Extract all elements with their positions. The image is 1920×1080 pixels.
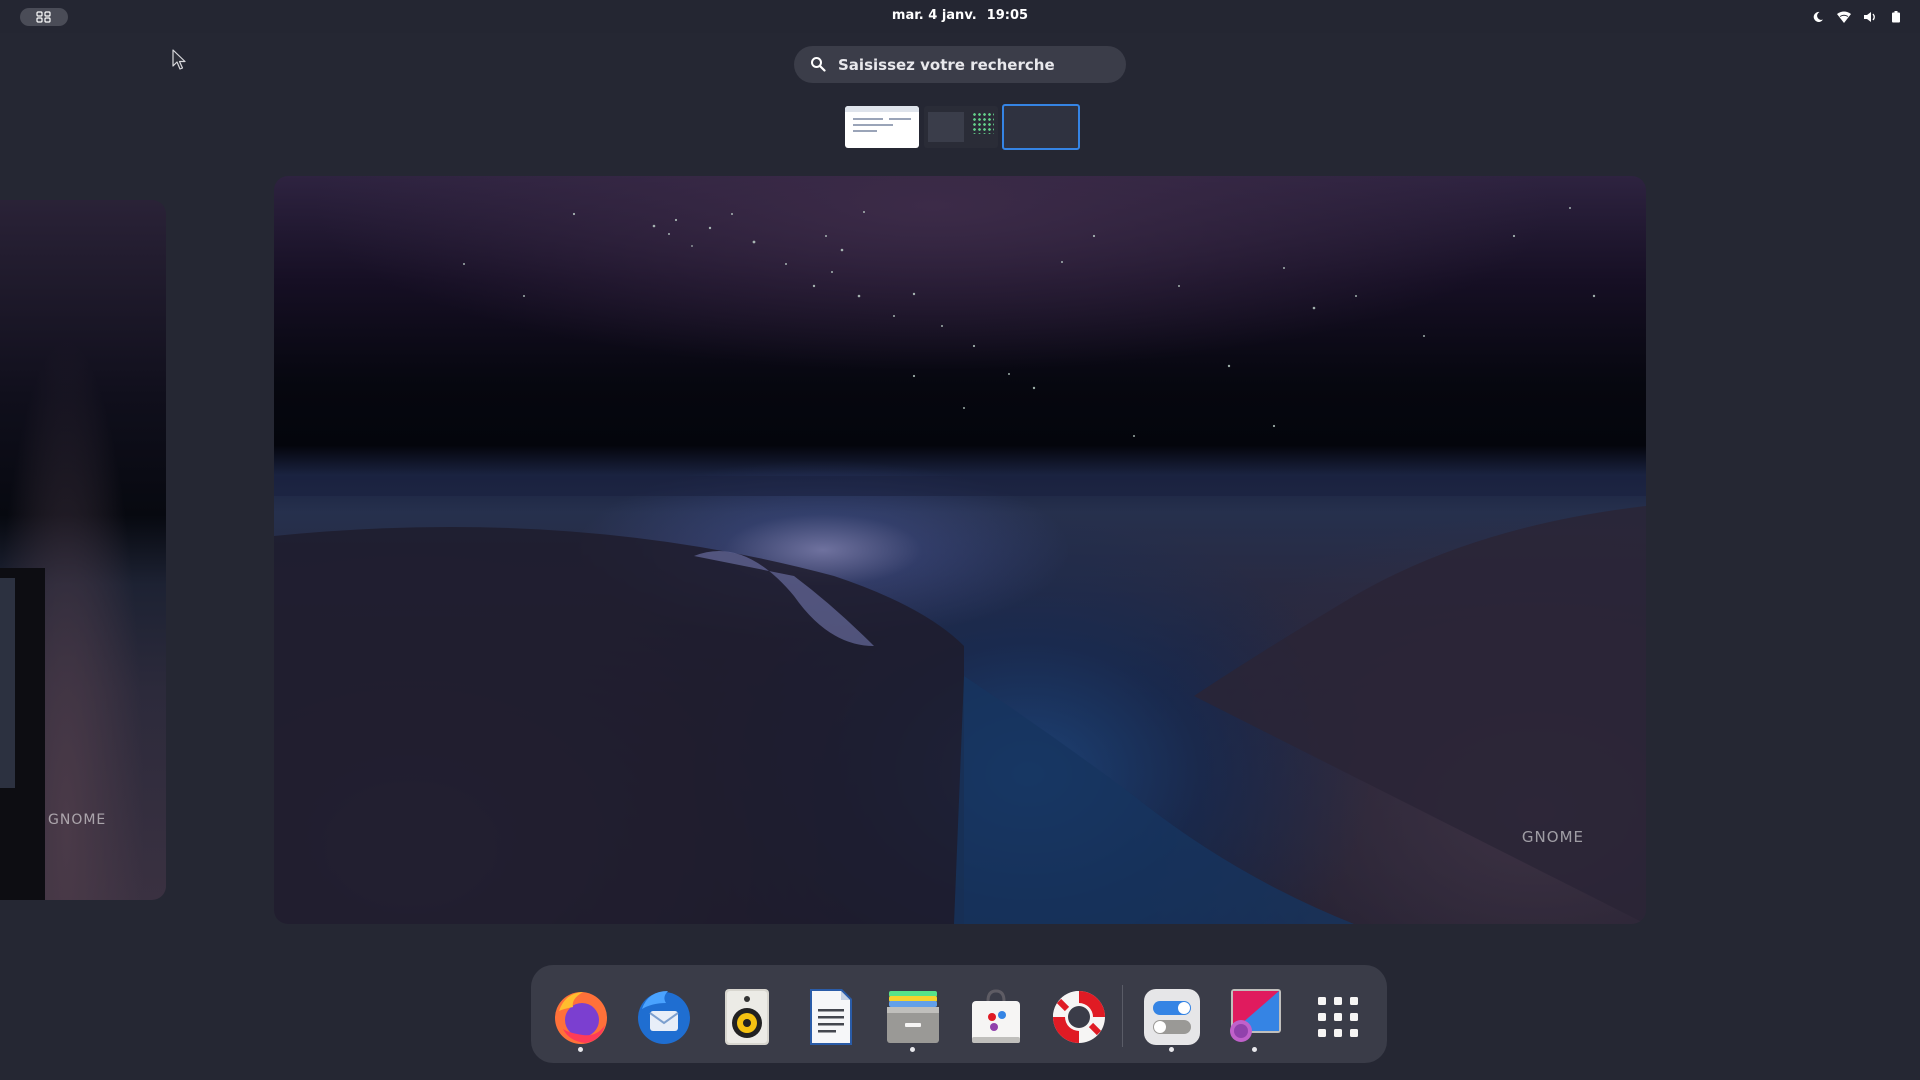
dash-app-rhythmbox[interactable] bbox=[715, 985, 779, 1049]
dash-app-firefox[interactable] bbox=[549, 985, 613, 1052]
workspace-thumbnail-3-active[interactable] bbox=[1002, 104, 1080, 150]
clock-time[interactable]: 19:05 bbox=[987, 8, 1028, 23]
file-cabinet-icon bbox=[887, 991, 939, 1043]
dash-show-apps-button[interactable] bbox=[1306, 985, 1370, 1049]
dash-app-thunderbird[interactable] bbox=[632, 985, 696, 1049]
wallpaper-gnome-label: GNOME bbox=[1521, 828, 1584, 846]
workspace-preview-left[interactable]: GNOME bbox=[0, 200, 166, 900]
workspace-thumbnail-1[interactable] bbox=[845, 106, 919, 148]
thunderbird-icon bbox=[638, 991, 690, 1044]
search-icon bbox=[811, 57, 826, 72]
night-light-icon bbox=[1810, 9, 1826, 25]
dash-app-software[interactable] bbox=[964, 985, 1028, 1049]
search-placeholder: Saisissez votre recherche bbox=[838, 56, 1055, 74]
wifi-icon bbox=[1836, 9, 1852, 25]
speaker-icon bbox=[725, 989, 769, 1045]
dash-app-settings[interactable] bbox=[1140, 985, 1204, 1052]
dash bbox=[531, 965, 1387, 1063]
mouse-cursor-icon bbox=[172, 49, 186, 70]
system-tray[interactable] bbox=[1810, 8, 1904, 26]
toggle-switches-icon bbox=[1144, 989, 1200, 1045]
tweaks-icon bbox=[1230, 989, 1281, 1042]
dash-app-help[interactable] bbox=[1047, 985, 1111, 1049]
clock: mar. 4 janv. 19:05 bbox=[0, 8, 1920, 23]
app-grid-icon bbox=[1318, 997, 1358, 1037]
dash-app-libreoffice-writer[interactable] bbox=[798, 985, 862, 1049]
shopping-bag-icon bbox=[972, 989, 1020, 1043]
clock-date[interactable]: mar. 4 janv. bbox=[892, 8, 977, 23]
battery-icon bbox=[1888, 9, 1904, 25]
gnome-overview: mar. 4 janv.19:05 Saisissez votre reche bbox=[0, 0, 1920, 1080]
lifebuoy-icon bbox=[1053, 991, 1105, 1043]
top-bar: mar. 4 janv. 19:05 bbox=[0, 0, 1920, 33]
workspace-preview-active[interactable]: GNOME bbox=[274, 176, 1646, 924]
dash-separator bbox=[1122, 985, 1123, 1047]
document-icon bbox=[810, 989, 852, 1045]
activities-grid-icon bbox=[36, 11, 51, 23]
running-indicator bbox=[1169, 1047, 1174, 1052]
search-entry[interactable]: Saisissez votre recherche bbox=[794, 46, 1126, 83]
workspace-thumbnail-2[interactable] bbox=[924, 106, 998, 148]
dash-app-gnome-tweaks[interactable] bbox=[1223, 985, 1287, 1052]
running-indicator bbox=[1252, 1047, 1257, 1052]
activities-button[interactable] bbox=[20, 8, 68, 26]
volume-icon bbox=[1862, 9, 1878, 25]
wallpaper-landscape bbox=[274, 476, 1646, 924]
dash-app-files[interactable] bbox=[881, 985, 945, 1052]
firefox-icon bbox=[555, 992, 607, 1044]
wallpaper-gnome-label: GNOME bbox=[48, 812, 107, 828]
running-indicator bbox=[578, 1047, 583, 1052]
running-indicator bbox=[910, 1047, 915, 1052]
